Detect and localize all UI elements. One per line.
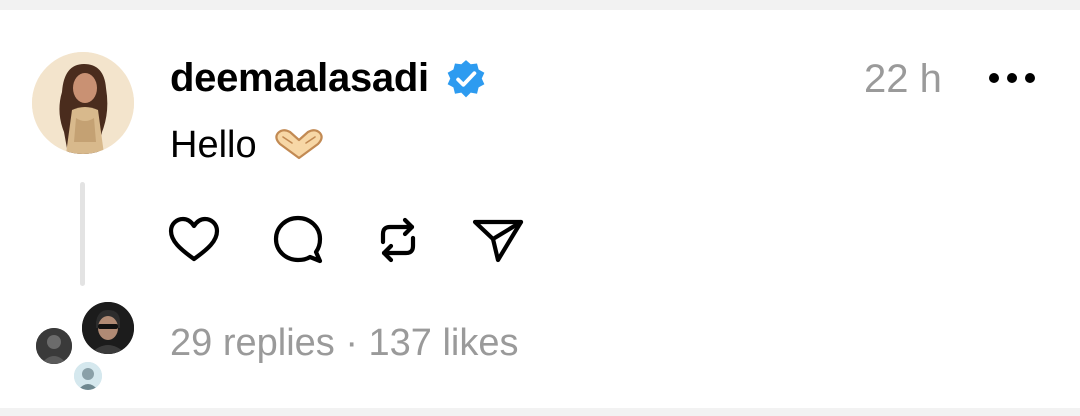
username[interactable]: deemaalasadi [170,55,429,101]
more-options-icon[interactable] [987,70,1037,86]
replier-avatar[interactable] [80,300,136,356]
top-divider [0,0,1080,10]
comment-icon [273,215,323,264]
post-time: 22 h [864,57,942,101]
thread-line [80,182,85,286]
heart-hands-emoji [275,129,323,160]
author-avatar[interactable] [32,52,134,154]
post-text: Hello [170,124,257,166]
verified-badge-icon [447,60,485,98]
repost-button[interactable] [370,212,426,268]
share-button[interactable] [470,212,526,268]
repost-icon [380,217,416,263]
replies-likes-count[interactable]: 29 replies · 137 likes [170,321,519,365]
send-icon [472,219,524,263]
replier-avatar[interactable] [34,326,74,366]
replier-avatar[interactable] [72,360,104,392]
bottom-divider [0,408,1080,416]
heart-icon [168,216,220,262]
comment-button[interactable] [270,212,326,268]
like-button[interactable] [166,212,222,268]
